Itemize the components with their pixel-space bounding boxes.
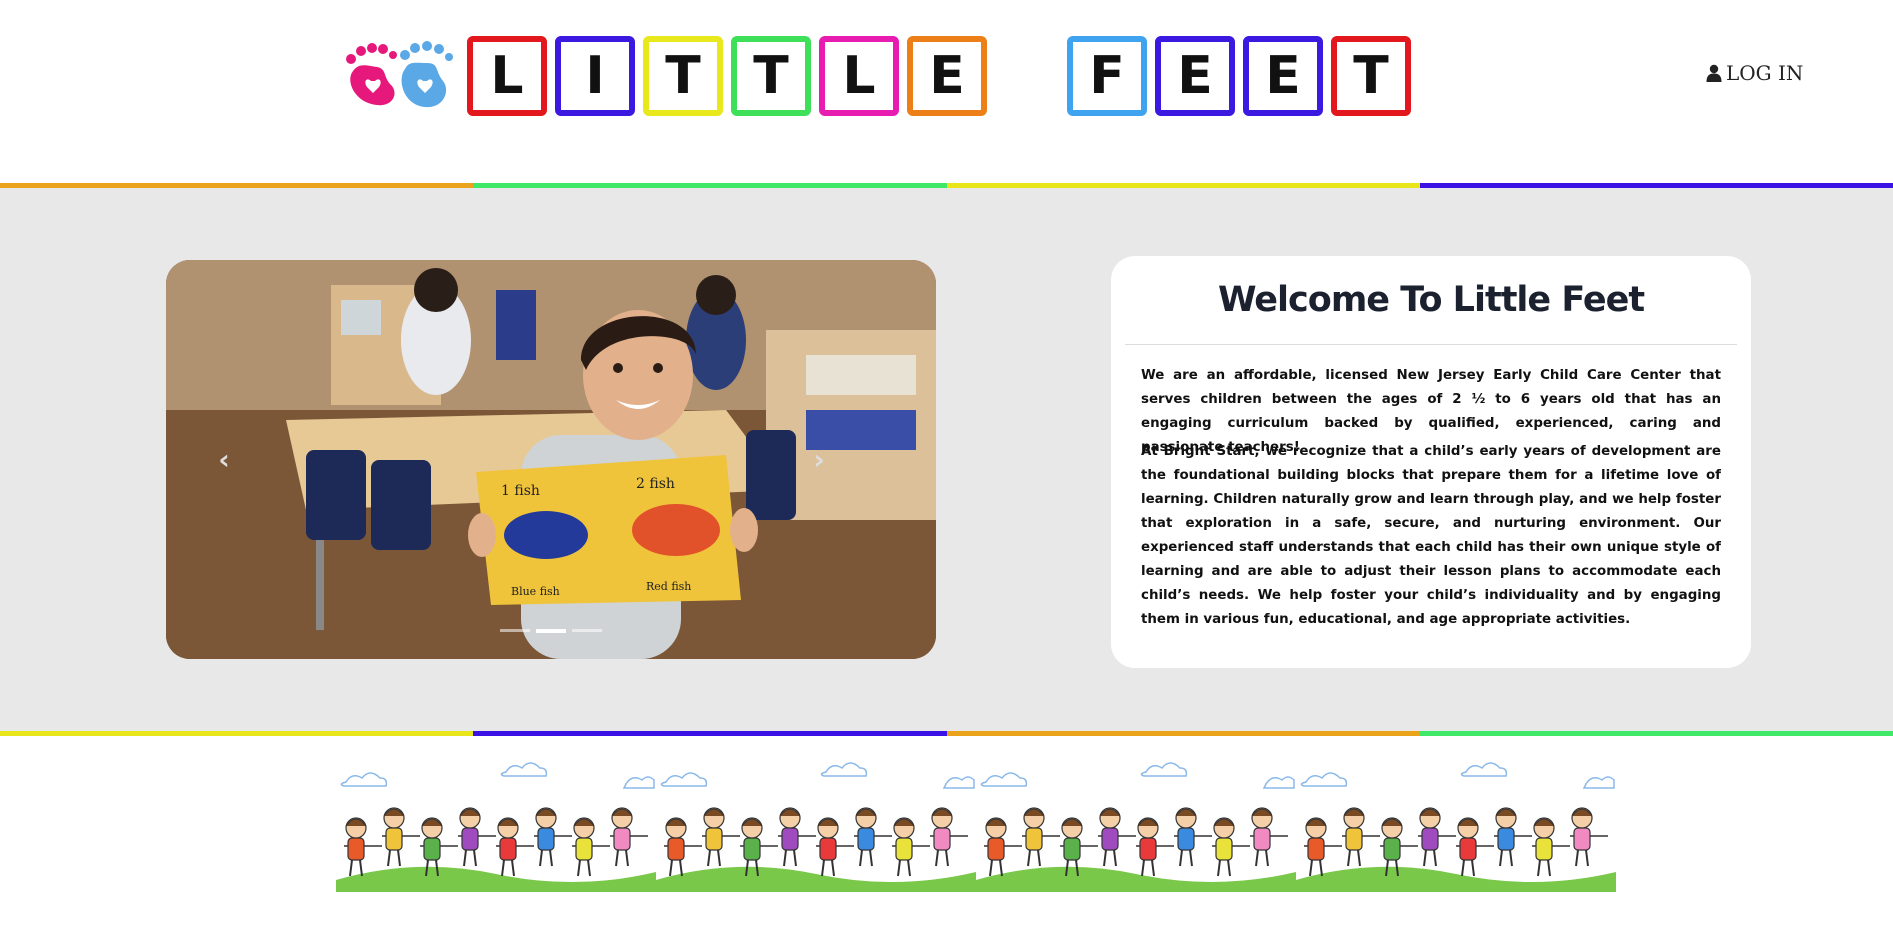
carousel-prev-button[interactable]: ‹	[209, 442, 239, 476]
logo-letter-tile: L	[467, 36, 547, 116]
svg-text:Red fish: Red fish	[646, 580, 691, 593]
login-link[interactable]: LOG IN	[1706, 60, 1803, 86]
chevron-left-icon: ‹	[218, 442, 230, 476]
carousel-indicators	[500, 629, 602, 633]
site-header: LITTLEFEET LOG IN	[0, 0, 1893, 183]
stripe-segment	[473, 731, 947, 736]
welcome-title: Welcome To Little Feet	[1217, 280, 1645, 320]
carousel-indicator[interactable]	[500, 629, 530, 632]
image-carousel[interactable]: 1 fish 2 fish Blue fish Red fish ‹ ›	[166, 260, 936, 659]
carousel-indicator[interactable]	[572, 629, 602, 632]
logo-letter-tile: E	[907, 36, 987, 116]
logo-letter-tile: L	[819, 36, 899, 116]
children-banner	[336, 762, 1650, 892]
svg-text:1 fish: 1 fish	[501, 483, 540, 499]
color-stripe-bottom	[0, 731, 1893, 736]
children-holding-hands-illustration	[336, 762, 656, 892]
children-holding-hands-illustration	[1296, 762, 1616, 892]
site-logo[interactable]: LITTLEFEET	[343, 34, 1419, 118]
logo-letter-tile: I	[555, 36, 635, 116]
logo-letter-tile: F	[1067, 36, 1147, 116]
svg-text:Blue fish: Blue fish	[511, 585, 560, 598]
logo-letter-tile: T	[1331, 36, 1411, 116]
chevron-right-icon: ›	[813, 442, 825, 476]
logo-letter-tile: E	[1155, 36, 1235, 116]
logo-letter-tile: T	[731, 36, 811, 116]
svg-text:2 fish: 2 fish	[636, 476, 675, 492]
children-holding-hands-illustration	[976, 762, 1296, 892]
stripe-segment	[1419, 731, 1893, 736]
carousel-next-button[interactable]: ›	[804, 442, 834, 476]
logo-letter-tile: T	[643, 36, 723, 116]
carousel-indicator[interactable]	[536, 629, 566, 633]
welcome-paragraph-2: At Bright Start, we recognize that a chi…	[1141, 444, 1721, 627]
divider	[1125, 344, 1737, 345]
stripe-segment	[0, 731, 474, 736]
baby-feet-icon	[346, 41, 453, 108]
logo-wordmark: LITTLEFEET	[467, 36, 1419, 116]
login-label: LOG IN	[1726, 61, 1804, 85]
welcome-card: Welcome To Little Feet We are an afforda…	[1111, 256, 1751, 668]
children-holding-hands-illustration	[656, 762, 976, 892]
user-icon	[1706, 64, 1722, 82]
stripe-segment	[946, 731, 1420, 736]
hero-section: 1 fish 2 fish Blue fish Red fish ‹ › Wel…	[0, 188, 1893, 731]
logo-letter-tile: E	[1243, 36, 1323, 116]
